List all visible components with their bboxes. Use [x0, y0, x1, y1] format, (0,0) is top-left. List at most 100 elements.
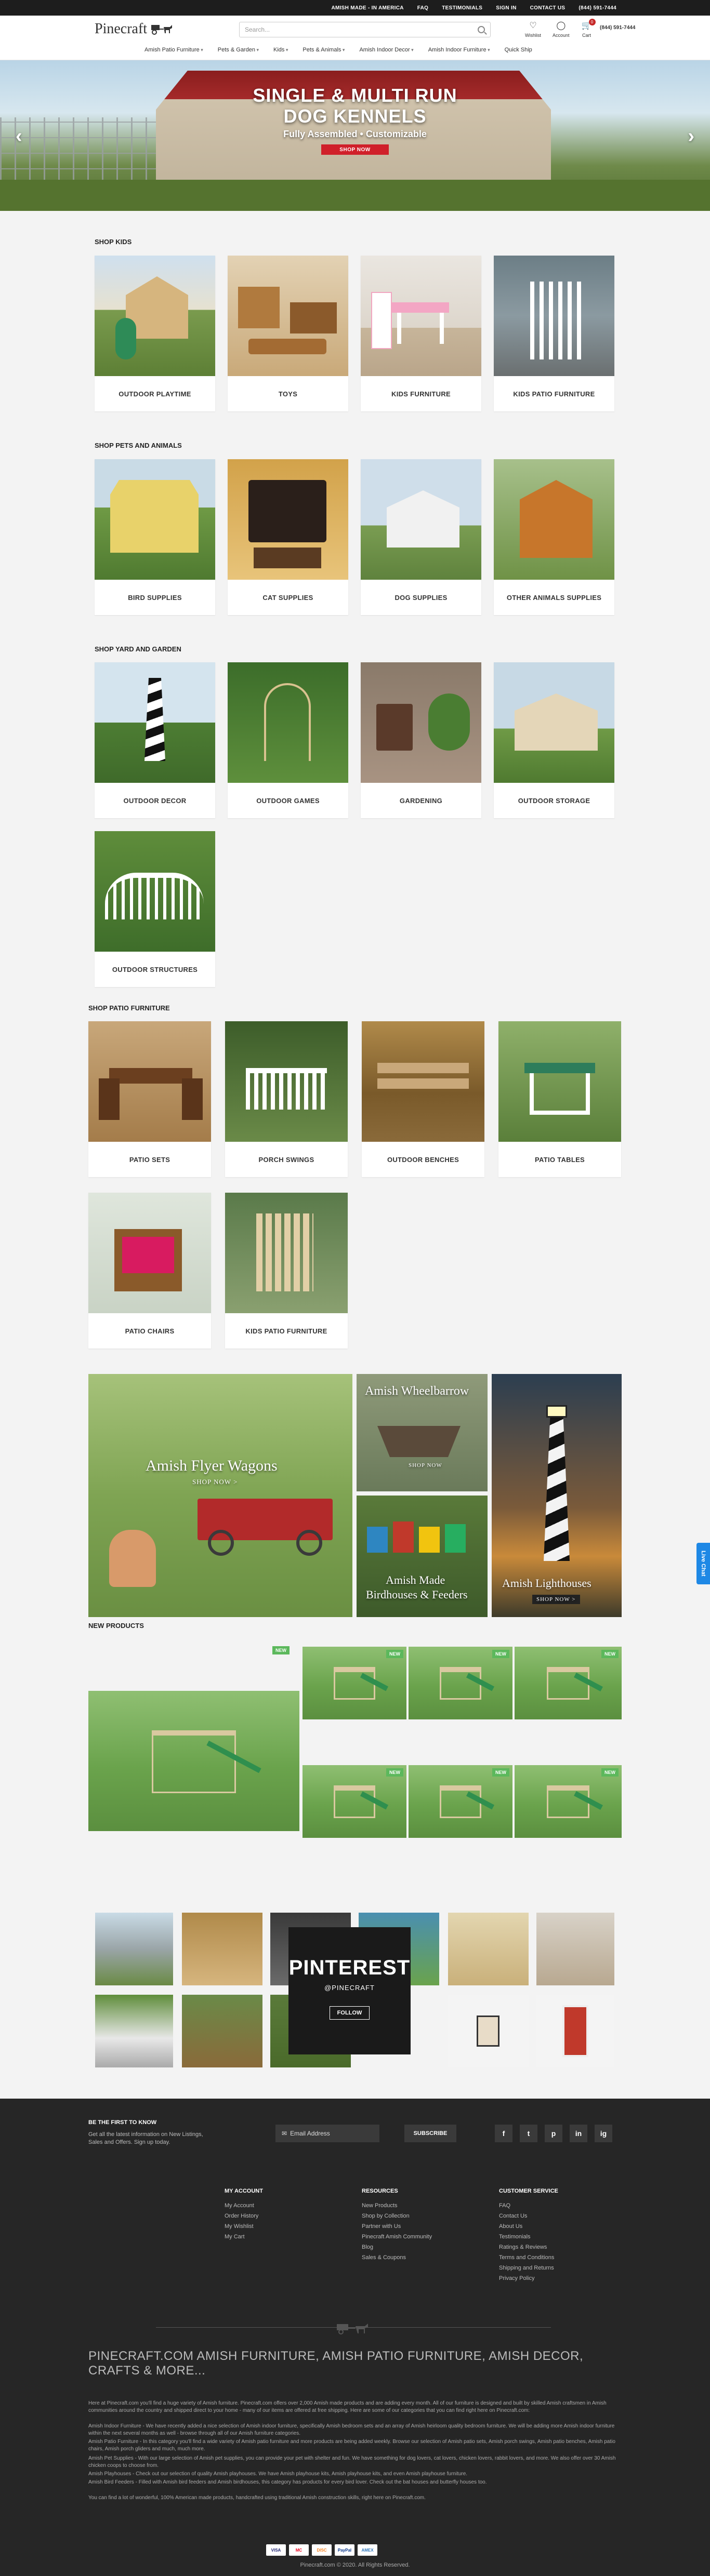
promo-wagons-cta[interactable]: SHOP NOW >: [192, 1478, 238, 1486]
promo-birdhouses[interactable]: Amish Made Birdhouses & Feeders: [357, 1496, 488, 1617]
footer-link[interactable]: About Us: [499, 2221, 558, 2232]
category-card[interactable]: OUTDOOR STORAGE: [494, 662, 614, 818]
amex-icon: AMEX: [358, 2544, 377, 2556]
new-product-card[interactable]: NEW: [515, 1765, 622, 1838]
pinterest-tile[interactable]: [95, 1995, 173, 2067]
pinterest-tile[interactable]: [448, 1995, 529, 2067]
promo-lighthouses[interactable]: Amish Lighthouses SHOP NOW >: [492, 1374, 622, 1617]
footer-link[interactable]: New Products: [362, 2200, 432, 2211]
footer-link[interactable]: My Account: [225, 2200, 263, 2211]
category-card[interactable]: OUTDOOR BENCHES: [362, 1021, 484, 1177]
promo-flyer-wagons[interactable]: Amish Flyer Wagons SHOP NOW >: [88, 1374, 352, 1617]
footer-link[interactable]: Shop by Collection: [362, 2211, 432, 2221]
new-product-card[interactable]: NEW: [303, 1765, 406, 1838]
live-chat-button[interactable]: Live Chat: [696, 1543, 710, 1584]
category-card[interactable]: GARDENING: [361, 662, 481, 818]
footer-link[interactable]: Blog: [362, 2242, 432, 2252]
nav-item-indoor-decor[interactable]: Amish Indoor Decor: [359, 47, 413, 53]
linkedin-icon[interactable]: in: [570, 2125, 587, 2142]
pinterest-icon[interactable]: p: [545, 2125, 562, 2142]
newsletter-email-input[interactable]: ✉ Email Address: [275, 2125, 379, 2142]
topbar-link-faq[interactable]: FAQ: [417, 5, 428, 11]
footer-link[interactable]: Shipping and Returns: [499, 2263, 558, 2273]
nav-item-indoor-furniture[interactable]: Amish Indoor Furniture: [428, 47, 490, 53]
category-card[interactable]: CAT SUPPLIES: [228, 459, 348, 615]
footer-link[interactable]: Privacy Policy: [499, 2273, 558, 2284]
nav-item-kids[interactable]: Kids: [273, 47, 288, 53]
wishlist-button[interactable]: ♡ Wishlist: [525, 20, 541, 38]
promo-wheelbarrow-cta[interactable]: SHOP NOW: [409, 1462, 442, 1469]
category-card[interactable]: DOG SUPPLIES: [361, 459, 481, 615]
footer-link[interactable]: Order History: [225, 2211, 263, 2221]
nav-item-patio-furniture[interactable]: Amish Patio Furniture: [144, 47, 203, 53]
footer-link[interactable]: Sales & Coupons: [362, 2252, 432, 2263]
footer-link[interactable]: Terms and Conditions: [499, 2252, 558, 2263]
category-card[interactable]: TOYS: [228, 256, 348, 411]
category-card[interactable]: KIDS PATIO FURNITURE: [494, 256, 614, 411]
category-card[interactable]: OTHER ANIMALS SUPPLIES: [494, 459, 614, 615]
new-product-card[interactable]: NEW: [409, 1647, 512, 1719]
category-card[interactable]: OUTDOOR STRUCTURES: [95, 831, 215, 987]
category-card[interactable]: PATIO SETS: [88, 1021, 211, 1177]
pinterest-tile[interactable]: [95, 1913, 173, 1985]
hero-banner[interactable]: SINGLE & MULTI RUN DOG KENNELS Fully Ass…: [0, 60, 710, 211]
twitter-icon[interactable]: t: [520, 2125, 537, 2142]
instagram-icon[interactable]: ig: [595, 2125, 612, 2142]
account-button[interactable]: ◯ Account: [553, 20, 570, 38]
pinterest-tile[interactable]: [536, 1995, 614, 2067]
pinterest-tile[interactable]: [182, 1913, 262, 1985]
footer-link[interactable]: My Wishlist: [225, 2221, 263, 2232]
new-product-card[interactable]: NEW: [515, 1647, 622, 1719]
topbar-phone[interactable]: (844) 591-7444: [578, 5, 616, 11]
new-product-featured[interactable]: [88, 1691, 299, 1831]
category-card[interactable]: OUTDOOR GAMES: [228, 662, 348, 818]
footer-link[interactable]: FAQ: [499, 2200, 558, 2211]
footer-col-my-account: MY ACCOUNT My Account Order History My W…: [225, 2188, 263, 2242]
subscribe-button[interactable]: SUBSCRIBE: [404, 2125, 456, 2142]
nav-item-quick-ship[interactable]: Quick Ship: [505, 47, 532, 53]
pinterest-tile[interactable]: [536, 1913, 614, 1985]
topbar-link-testimonials[interactable]: Testimonials: [442, 5, 482, 11]
new-product-card[interactable]: NEW: [409, 1765, 512, 1838]
search-input[interactable]: Search...: [239, 22, 491, 37]
hero-shop-now-button[interactable]: SHOP NOW: [321, 144, 389, 155]
footer-link[interactable]: Contact Us: [499, 2211, 558, 2221]
footer-seo-paragraph: Here at Pinecraft.com you'll find a huge…: [88, 2400, 607, 2413]
promo-lighthouses-cta[interactable]: SHOP NOW >: [532, 1595, 580, 1604]
playset-shape: [334, 1667, 375, 1700]
hero-next-arrow-icon[interactable]: ›: [688, 125, 694, 148]
header-phone[interactable]: (844) 591-7444: [600, 25, 635, 31]
nav-item-pets-garden[interactable]: Pets & Garden: [218, 47, 259, 53]
category-card[interactable]: KIDS PATIO FURNITURE: [225, 1193, 348, 1349]
category-card[interactable]: PATIO CHAIRS: [88, 1193, 211, 1349]
topbar-link-amish-made[interactable]: Amish Made - In America: [331, 5, 403, 11]
hero-prev-arrow-icon[interactable]: ‹: [16, 125, 22, 148]
hero-title-line2: DOG KENNELS: [283, 105, 427, 127]
search-icon[interactable]: [478, 26, 485, 33]
topbar-link-contact[interactable]: Contact Us: [530, 5, 566, 11]
promo-wheelbarrow[interactable]: Amish Wheelbarrow SHOP NOW: [357, 1374, 488, 1491]
footer-link[interactable]: Testimonials: [499, 2232, 558, 2242]
nav-item-pets-animals[interactable]: Pets & Animals: [303, 47, 345, 53]
pinterest-tile[interactable]: [448, 1913, 529, 1985]
footer-link[interactable]: Ratings & Reviews: [499, 2242, 558, 2252]
pinterest-tile[interactable]: [182, 1995, 262, 2067]
category-card[interactable]: BIRD SUPPLIES: [95, 459, 215, 615]
category-card[interactable]: PORCH SWINGS: [225, 1021, 348, 1177]
category-card[interactable]: OUTDOOR PLAYTIME: [95, 256, 215, 411]
pinterest-follow-button[interactable]: FOLLOW: [329, 2006, 370, 2020]
site-logo[interactable]: Pinecraft: [95, 21, 173, 37]
cart-button[interactable]: 🛒 0 Cart: [581, 19, 596, 38]
category-card[interactable]: OUTDOOR DECOR: [95, 662, 215, 818]
footer-link[interactable]: Partner with Us: [362, 2221, 432, 2232]
category-label: OUTDOOR BENCHES: [387, 1155, 459, 1164]
playset-shape: [546, 1667, 590, 1700]
category-card[interactable]: KIDS FURNITURE: [361, 256, 481, 411]
topbar-link-sign-in[interactable]: Sign In: [496, 5, 516, 11]
footer-link[interactable]: Pinecraft Amish Community: [362, 2232, 432, 2242]
footer-seo-paragraph: Amish Playhouses - Check out our selecti…: [88, 2471, 468, 2477]
new-product-card[interactable]: NEW: [303, 1647, 406, 1719]
facebook-icon[interactable]: f: [495, 2125, 512, 2142]
category-card[interactable]: PATIO TABLES: [498, 1021, 621, 1177]
footer-link[interactable]: My Cart: [225, 2232, 263, 2242]
